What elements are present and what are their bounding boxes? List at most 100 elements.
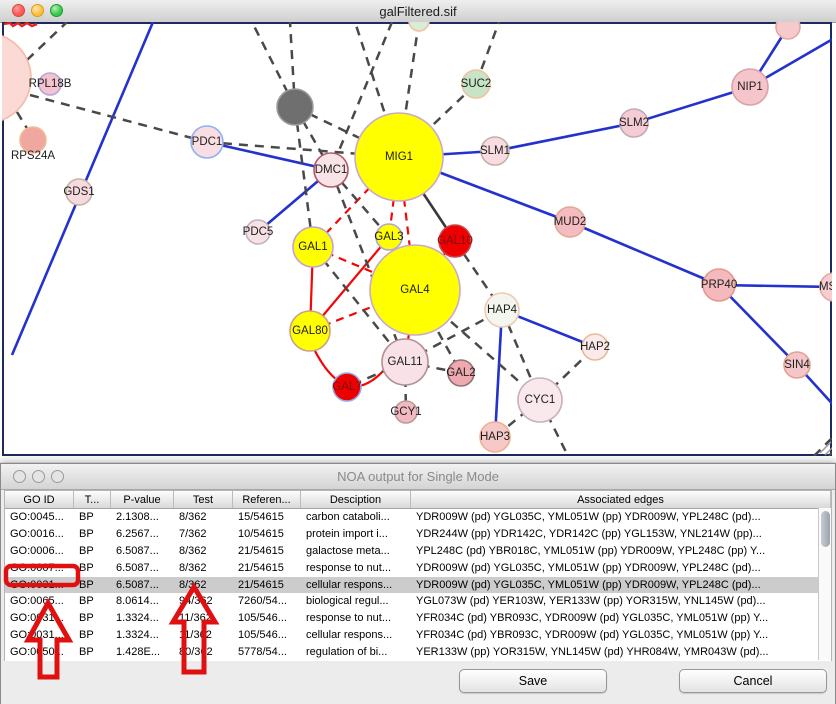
table-row-selected[interactable]: GO:0031...BP6.5087...8/36221/54615cellul… <box>5 577 831 594</box>
cancel-button[interactable]: Cancel <box>679 669 827 693</box>
table-cell[interactable]: 21/54615 <box>233 560 301 577</box>
column-header-test[interactable]: Test <box>174 491 233 508</box>
table-cell[interactable]: BP <box>74 644 111 661</box>
table-cell[interactable]: BP <box>74 526 111 543</box>
table-cell[interactable]: GO:0016... <box>5 526 74 543</box>
column-header-t---[interactable]: T... <box>74 491 111 508</box>
vertical-scrollbar[interactable] <box>818 508 831 660</box>
table-cell[interactable]: BP <box>74 610 111 627</box>
table-cell[interactable]: 7/362 <box>174 526 233 543</box>
table-cell[interactable]: cellular respons... <box>301 627 411 644</box>
table-cell[interactable]: 1.3324... <box>111 627 174 644</box>
table-cell[interactable]: 6.2567... <box>111 526 174 543</box>
table-row[interactable]: GO:0016...BP6.2567...7/36210/54615protei… <box>5 526 831 543</box>
table-cell[interactable]: 7260/54... <box>233 593 301 610</box>
table-cell[interactable]: cellular respons... <box>301 577 411 594</box>
table-cell[interactable]: 11/362 <box>174 610 233 627</box>
table-cell[interactable]: 8/362 <box>174 509 233 526</box>
network-node-top-green[interactable] <box>409 22 429 31</box>
network-edge[interactable] <box>495 123 634 151</box>
table-row[interactable]: GO:0031...BP1.3324...11/362105/546...cel… <box>5 627 831 644</box>
table-cell[interactable]: 21/54615 <box>233 577 301 594</box>
table-cell[interactable]: GO:0050... <box>5 644 74 661</box>
table-cell[interactable]: BP <box>74 593 111 610</box>
column-header-desciption[interactable]: Desciption <box>301 491 411 508</box>
table-cell[interactable]: 1.3324... <box>111 610 174 627</box>
table-cell[interactable]: 8/362 <box>174 577 233 594</box>
table-cell[interactable]: GO:0065... <box>5 593 74 610</box>
table-cell[interactable]: BP <box>74 577 111 594</box>
table-cell[interactable]: 105/546... <box>233 610 301 627</box>
network-canvas[interactable]: RPL18BRPS24AGDS1PDC1DMC1MIG1SUC2SLM1SLM2… <box>2 22 832 456</box>
zoom-button[interactable] <box>50 4 63 17</box>
table-cell[interactable]: YGL073W (pd) YER103W, YER133W (pp) YOR31… <box>411 593 831 610</box>
table-cell[interactable]: response to nut... <box>301 560 411 577</box>
column-header-referen---[interactable]: Referen... <box>233 491 301 508</box>
table-cell[interactable]: 8.0614... <box>111 593 174 610</box>
noa-window-titlebar[interactable]: NOA output for Single Mode <box>1 464 835 490</box>
table-cell[interactable]: 6.5087... <box>111 560 174 577</box>
network-edge[interactable] <box>207 142 331 170</box>
table-cell[interactable]: galactose meta... <box>301 543 411 560</box>
table-cell[interactable]: YFR034C (pd) YBR093C, YDR009W (pd) YGL03… <box>411 627 831 644</box>
network-edge[interactable] <box>295 107 313 247</box>
table-cell[interactable]: 8/362 <box>174 560 233 577</box>
table-row[interactable]: GO:0045...BP2.1308...8/36215/54615carbon… <box>5 509 831 526</box>
table-row[interactable]: GO:0065...BP8.0614...94/3627260/54...bio… <box>5 593 831 610</box>
table-cell[interactable]: YDR244W (pp) YDR142C, YDR142C (pp) YGL15… <box>411 526 831 543</box>
table-row[interactable]: GO:0050...BP1.428E...80/3625778/54...reg… <box>5 644 831 661</box>
table-cell[interactable]: 11/362 <box>174 627 233 644</box>
table-row[interactable]: GO:0031...BP1.3324...11/362105/546...res… <box>5 610 831 627</box>
table-cell[interactable]: 1.428E... <box>111 644 174 661</box>
table-cell[interactable]: BP <box>74 627 111 644</box>
save-button[interactable]: Save <box>459 669 607 693</box>
table-cell[interactable]: 21/54615 <box>233 543 301 560</box>
network-edge[interactable] <box>27 22 67 60</box>
table-cell[interactable]: GO:0031... <box>5 627 74 644</box>
column-header-go-id[interactable]: GO ID <box>5 491 74 508</box>
table-cell[interactable]: YDR009W (pd) YGL035C, YML051W (pp) YDR00… <box>411 509 831 526</box>
table-cell[interactable]: 105/546... <box>233 627 301 644</box>
network-node-big-left[interactable] <box>2 33 31 123</box>
table-row[interactable]: GO:0006...BP6.5087...8/36221/54615galact… <box>5 543 831 560</box>
table-cell[interactable]: YDR009W (pd) YGL035C, YML051W (pp) YDR00… <box>411 560 831 577</box>
scrollbar-thumb[interactable] <box>821 511 830 547</box>
zoom-button-inactive[interactable] <box>51 470 64 483</box>
network-edge[interactable] <box>17 112 28 130</box>
table-cell[interactable]: GO:0006... <box>5 543 74 560</box>
table-cell[interactable]: BP <box>74 543 111 560</box>
table-cell[interactable]: GO:0031... <box>5 610 74 627</box>
minimize-button-inactive[interactable] <box>32 470 45 483</box>
network-node-top-pink[interactable] <box>776 22 800 39</box>
table-cell[interactable]: biological regul... <box>301 593 411 610</box>
table-cell[interactable]: BP <box>74 560 111 577</box>
column-header-p-value[interactable]: P-value <box>111 491 174 508</box>
table-cell[interactable]: 5778/54... <box>233 644 301 661</box>
network-edge[interactable] <box>570 222 719 285</box>
table-cell[interactable]: 6.5087... <box>111 543 174 560</box>
table-cell[interactable]: regulation of bi... <box>301 644 411 661</box>
table-cell[interactable]: YFR034C (pd) YBR093C, YDR009W (pd) YGL03… <box>411 610 831 627</box>
table-cell[interactable]: protein import i... <box>301 526 411 543</box>
table-cell[interactable]: YER133W (pp) YOR315W, YNL145W (pd) YHR08… <box>411 644 831 661</box>
network-node-gray-node[interactable] <box>277 89 313 125</box>
close-button-inactive[interactable] <box>13 470 26 483</box>
table-cell[interactable]: carbon cataboli... <box>301 509 411 526</box>
table-cell[interactable]: YDR009W (pd) YGL035C, YML051W (pp) YDR00… <box>411 577 831 594</box>
minimize-button[interactable] <box>31 4 44 17</box>
table-cell[interactable]: GO:0007... <box>5 560 74 577</box>
table-cell[interactable]: 6.5087... <box>111 577 174 594</box>
table-cell[interactable]: GO:0045... <box>5 509 74 526</box>
table-cell[interactable]: 10/54615 <box>233 526 301 543</box>
network-edge[interactable] <box>495 310 502 437</box>
graph-window-titlebar[interactable]: galFiltered.sif <box>0 0 836 23</box>
table-cell[interactable]: 8/362 <box>174 543 233 560</box>
table-cell[interactable]: YPL248C (pd) YBR018C, YML051W (pp) YDR00… <box>411 543 831 560</box>
table-cell[interactable]: 94/362 <box>174 593 233 610</box>
table-cell[interactable]: BP <box>74 509 111 526</box>
table-cell[interactable]: 15/54615 <box>233 509 301 526</box>
table-row[interactable]: GO:0007...BP6.5087...8/36221/54615respon… <box>5 560 831 577</box>
table-cell[interactable]: 80/362 <box>174 644 233 661</box>
table-cell[interactable]: response to nut... <box>301 610 411 627</box>
table-cell[interactable]: GO:0031... <box>5 577 74 594</box>
